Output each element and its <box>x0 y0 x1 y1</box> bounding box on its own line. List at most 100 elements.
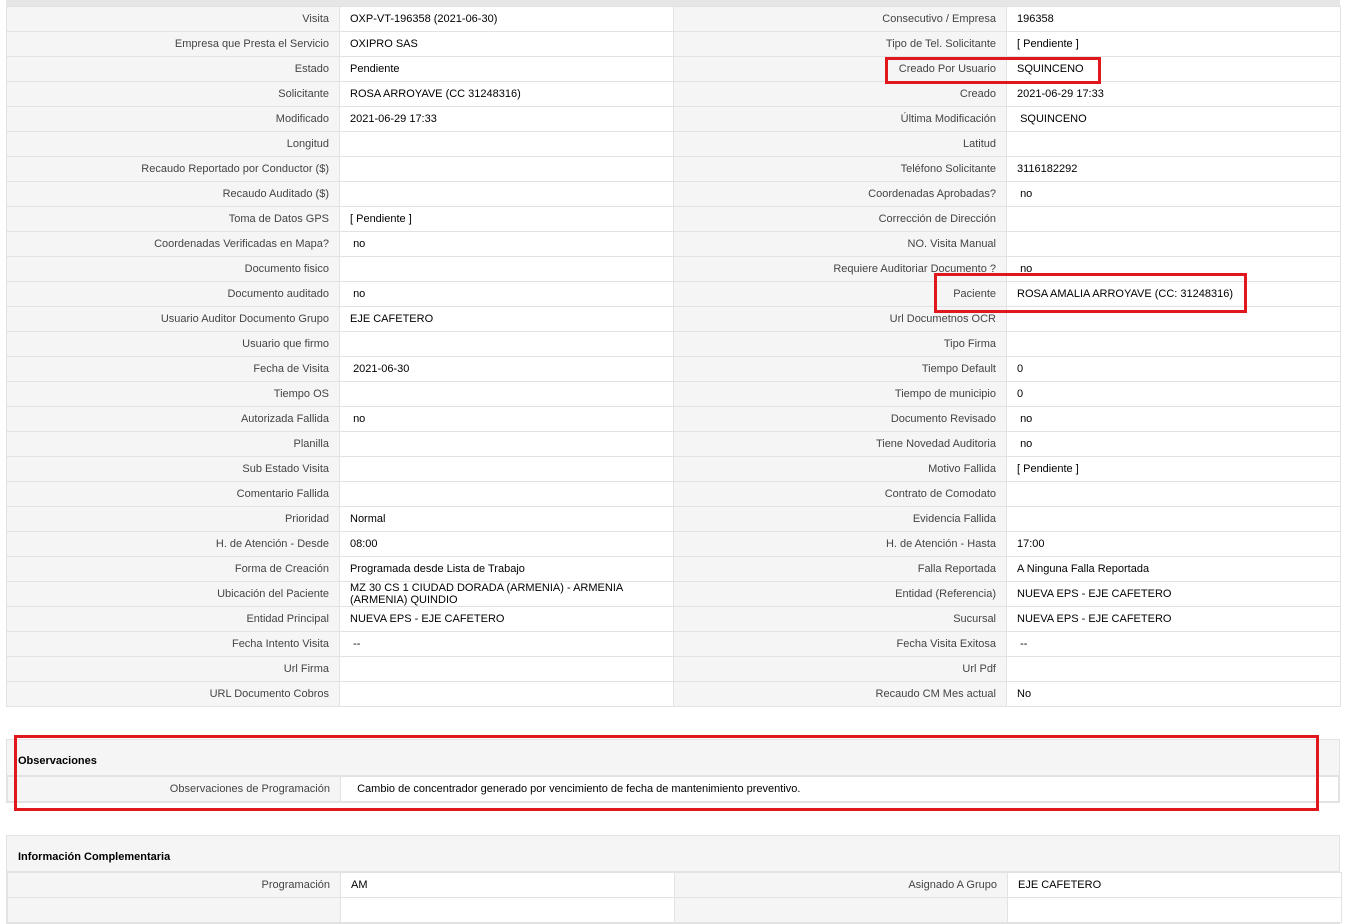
observaciones-row: Observaciones de Programación Cambio de … <box>7 776 1339 802</box>
fecha-visita-exitosa-value: -- <box>1006 631 1341 657</box>
longitud-value <box>339 131 674 157</box>
recaudo-auditado-value <box>339 181 674 207</box>
falla-reportada-value: A Ninguna Falla Reportada <box>1006 556 1341 582</box>
planilla-label: Planilla <box>6 431 340 457</box>
requiere-auditoriar-documento-value: no <box>1006 256 1341 282</box>
tiempo-de-municipio-label: Tiempo de municipio <box>673 381 1007 407</box>
empty-cell <box>7 897 341 923</box>
usuario-auditor-documento-grupo-value: EJE CAFETERO <box>339 306 674 332</box>
observaciones-title: Observaciones <box>7 740 1339 776</box>
table-row: Estado Pendiente Creado Por Usuario SQUINCE… <box>6 56 1341 82</box>
table-row: Toma de Datos GPS[ Pendiente ] Corrección… <box>6 206 1341 232</box>
recaudo-cm-mes-actual-value: No <box>1006 681 1341 707</box>
telefono-solicitante-label: Teléfono Solicitante <box>673 156 1007 182</box>
empty-cell <box>674 897 1008 923</box>
informacion-complementaria-title: Información Complementaria <box>7 836 1339 872</box>
asignado-grupo-value: EJE CAFETERO <box>1007 872 1342 898</box>
table-row: Ubicación del Paciente MZ 30 CS 1 CIUDAD … <box>6 581 1341 607</box>
table-row: Comentario Fallida Contrato de Comodato <box>6 481 1341 507</box>
table-row: Visita OXP-VT-196358 (2021-06-30) Consecut… <box>6 6 1341 32</box>
creado-value: 2021-06-29 17:33 <box>1006 81 1341 107</box>
table-row: Fecha Intento Visita -- Fecha Visita Exit… <box>6 631 1341 657</box>
table-row: Solicitante ROSA ARROYAVE (CC 31248316) Cr… <box>6 81 1341 107</box>
longitud-label: Longitud <box>6 131 340 157</box>
table-row: Tiempo OS Tiempo de municipio 0 <box>6 381 1341 407</box>
table-row: Recaudo Auditado ($) Coordenadas Aprobada… <box>6 181 1341 207</box>
fecha-intento-visita-label: Fecha Intento Visita <box>6 631 340 657</box>
ubicacion-del-paciente-label: Ubicación del Paciente <box>6 581 340 607</box>
url-firma-value <box>339 656 674 682</box>
url-firma-label: Url Firma <box>6 656 340 682</box>
motivo-fallida-label: Motivo Fallida <box>673 456 1007 482</box>
table-row: URL Documento Cobros Recaudo CM Mes actua… <box>6 681 1341 707</box>
observaciones-value: Cambio de concentrador generado por venc… <box>340 776 1339 802</box>
toma-de-datos-gps-value: [ Pendiente ] <box>339 206 674 232</box>
ultima-modificacion-label: Última Modificación <box>673 106 1007 132</box>
tiene-novedad-auditoria-value: no <box>1006 431 1341 457</box>
consecutivo-empresa-value: 196358 <box>1006 6 1341 32</box>
table-row: Programación AM Asignado A Grupo EJE CAF… <box>7 872 1342 898</box>
observaciones-label: Observaciones de Programación <box>7 776 341 802</box>
informacion-complementaria-table: Programación AM Asignado A Grupo EJE CAF… <box>7 872 1342 923</box>
url-documetnos-ocr-value <box>1006 306 1341 332</box>
tipo-de-tel-solicitante-label: Tipo de Tel. Solicitante <box>673 31 1007 57</box>
fecha-visita-exitosa-label: Fecha Visita Exitosa <box>673 631 1007 657</box>
visita-value: OXP-VT-196358 (2021-06-30) <box>339 6 674 32</box>
autorizada-fallida-label: Autorizada Fallida <box>6 406 340 432</box>
documento-fisico-label: Documento fisico <box>6 256 340 282</box>
tiempo-de-municipio-value: 0 <box>1006 381 1341 407</box>
solicitante-label: Solicitante <box>6 81 340 107</box>
documento-fisico-value <box>339 256 674 282</box>
creado-label: Creado <box>673 81 1007 107</box>
comentario-fallida-value <box>339 481 674 507</box>
tiempo-default-value: 0 <box>1006 356 1341 382</box>
evidencia-fallida-label: Evidencia Fallida <box>673 506 1007 532</box>
table-row: Forma de Creación Programada desde Lista … <box>6 556 1341 582</box>
tiempo-os-value <box>339 381 674 407</box>
tipo-firma-value <box>1006 331 1341 357</box>
recaudo-auditado-label: Recaudo Auditado ($) <box>6 181 340 207</box>
requiere-auditoriar-documento-label: Requiere Auditoriar Documento ? <box>673 256 1007 282</box>
programacion-value: AM <box>340 872 675 898</box>
table-row: Planilla Tiene Novedad Auditoria no <box>6 431 1341 457</box>
motivo-fallida-value: [ Pendiente ] <box>1006 456 1341 482</box>
estado-label: Estado <box>6 56 340 82</box>
ultima-modificacion-value: SQUINCENO <box>1006 106 1341 132</box>
tiene-novedad-auditoria-label: Tiene Novedad Auditoria <box>673 431 1007 457</box>
prioridad-label: Prioridad <box>6 506 340 532</box>
table-row: Documento fisico Requiere Auditoriar Docu… <box>6 256 1341 282</box>
no-visita-manual-label: NO. Visita Manual <box>673 231 1007 257</box>
fecha-intento-visita-value: -- <box>339 631 674 657</box>
visita-label: Visita <box>6 6 340 32</box>
entidad-referencia-value: NUEVA EPS - EJE CAFETERO <box>1006 581 1341 607</box>
table-row: Fecha de Visita 2021-06-30 Tiempo Default… <box>6 356 1341 382</box>
tipo-de-tel-solicitante-value: [ Pendiente ] <box>1006 31 1341 57</box>
table-row: Coordenadas Verificadas en Mapa? no NO. V… <box>6 231 1341 257</box>
table-row: Url Firma Url Pdf <box>6 656 1341 682</box>
prioridad-value: Normal <box>339 506 674 532</box>
entidad-principal-label: Entidad Principal <box>6 606 340 632</box>
correccion-de-direccion-value <box>1006 206 1341 232</box>
empresa-que-presta-el-servicio-value: OXIPRO SAS <box>339 31 674 57</box>
observaciones-table: Observaciones de Programación Cambio de … <box>7 776 1339 802</box>
contrato-de-comodato-label: Contrato de Comodato <box>673 481 1007 507</box>
modificado-value: 2021-06-29 17:33 <box>339 106 674 132</box>
table-row: Empresa que Presta el Servicio OXIPRO SAS… <box>6 31 1341 57</box>
table-row: Autorizada Fallida no Documento Revisado … <box>6 406 1341 432</box>
evidencia-fallida-value <box>1006 506 1341 532</box>
table-row: Usuario que firmo Tipo Firma <box>6 331 1341 357</box>
h-de-atencion-hasta-value: 17:00 <box>1006 531 1341 557</box>
autorizada-fallida-value: no <box>339 406 674 432</box>
usuario-que-firmo-label: Usuario que firmo <box>6 331 340 357</box>
documento-revisado-value: no <box>1006 406 1341 432</box>
informacion-complementaria-panel: Información Complementaria Programación … <box>6 835 1342 924</box>
observaciones-panel: Observaciones Observaciones de Programac… <box>6 739 1340 803</box>
sucursal-label: Sucursal <box>673 606 1007 632</box>
comentario-fallida-label: Comentario Fallida <box>6 481 340 507</box>
table-row: Recaudo Reportado por Conductor ($) Teléf… <box>6 156 1341 182</box>
sub-estado-visita-label: Sub Estado Visita <box>6 456 340 482</box>
tipo-firma-label: Tipo Firma <box>673 331 1007 357</box>
tiempo-default-label: Tiempo Default <box>673 356 1007 382</box>
url-pdf-value <box>1006 656 1341 682</box>
coordenadas-aprobadas-label: Coordenadas Aprobadas? <box>673 181 1007 207</box>
